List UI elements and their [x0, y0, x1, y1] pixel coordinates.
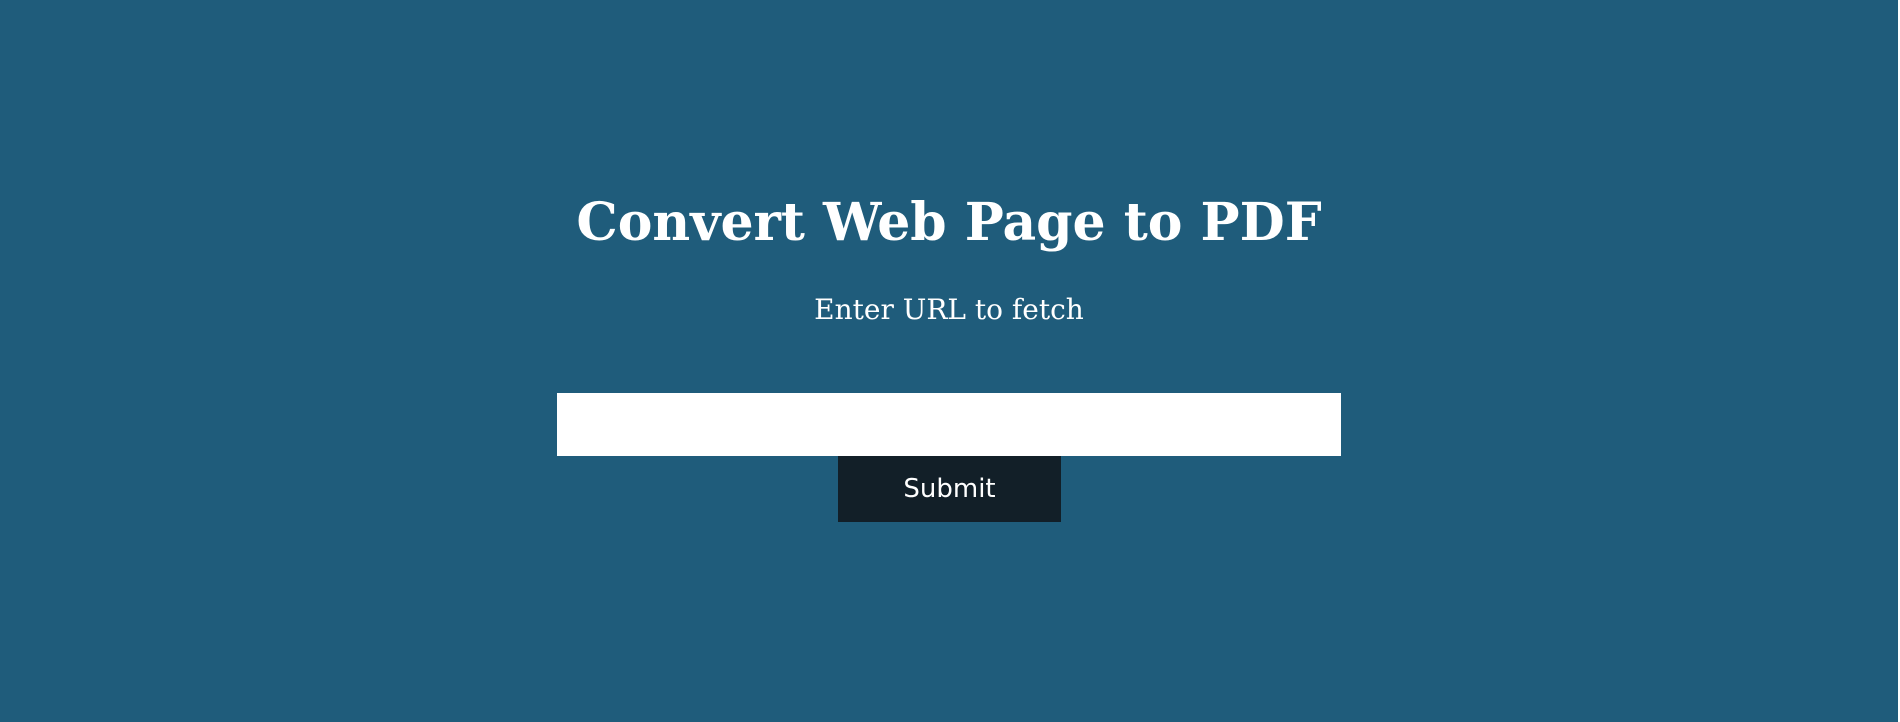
url-input[interactable] [557, 393, 1341, 456]
page-title: Convert Web Page to PDF [576, 192, 1322, 253]
submit-button[interactable]: Submit [838, 456, 1061, 522]
page-background: Convert Web Page to PDF Enter URL to fet… [0, 0, 1898, 722]
converter-panel: Convert Web Page to PDF Enter URL to fet… [0, 0, 1898, 722]
url-prompt-label: Enter URL to fetch [814, 293, 1084, 326]
